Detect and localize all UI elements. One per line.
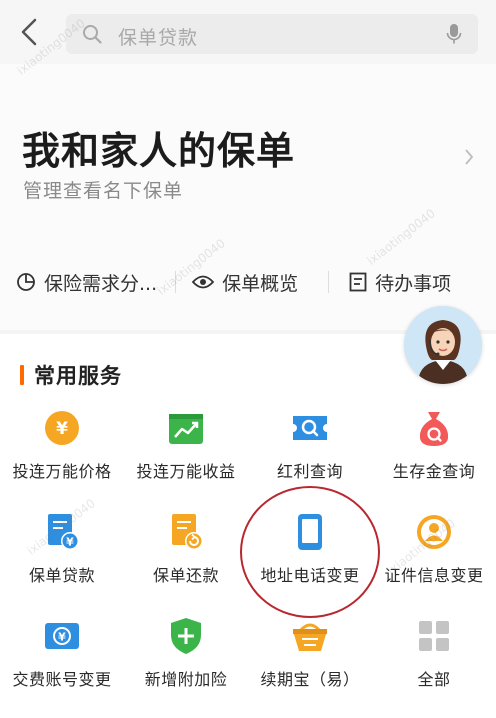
quick-link-policy-overview[interactable]: 保单概览: [192, 260, 298, 304]
eye-icon: [192, 274, 215, 290]
policy-return-icon: [166, 512, 206, 552]
service-item-renewal-treasure[interactable]: 续期宝（易）: [248, 612, 372, 716]
divider: [175, 271, 177, 293]
service-label: 投连万能价格: [12, 462, 112, 481]
assistant-avatar[interactable]: [404, 306, 482, 384]
chevron-right-icon: [465, 149, 474, 165]
service-label: 新增附加险: [144, 670, 228, 689]
page-title: 我和家人的保单: [22, 129, 296, 173]
service-label: 红利查询: [276, 462, 343, 481]
service-item-all[interactable]: 全部: [372, 612, 496, 716]
quick-link-label: 保单概览: [222, 272, 299, 295]
policy-yuan-icon: ¥: [42, 512, 82, 552]
list-icon: [349, 272, 367, 292]
search-input[interactable]: 保单贷款: [66, 14, 478, 54]
account-exchange-icon: ¥: [42, 616, 82, 656]
quick-link-label: 待办事项: [375, 272, 452, 295]
divider: [328, 271, 330, 293]
top-bar: 保单贷款: [0, 0, 496, 64]
assistant-avatar-icon: [404, 306, 482, 384]
basket-icon: [290, 616, 330, 656]
quick-link-todo[interactable]: 待办事项: [349, 260, 451, 304]
svg-text:¥: ¥: [66, 536, 74, 549]
money-bag-icon: [414, 408, 454, 448]
section-accent-bar: [20, 365, 24, 385]
quick-link-insurance-analysis[interactable]: 保险需求分...: [16, 260, 157, 304]
annotation-circle: [240, 486, 380, 618]
microphone-icon[interactable]: [446, 23, 462, 45]
service-label: 全部: [417, 670, 451, 689]
service-item-survival-benefit[interactable]: 生存金查询: [372, 404, 496, 508]
search-icon: [83, 25, 102, 44]
service-label: 保单还款: [152, 566, 219, 585]
service-label: 交费账号变更: [12, 670, 112, 689]
svg-text:¥: ¥: [58, 631, 66, 644]
svg-text:¥: ¥: [56, 419, 68, 439]
service-item-add-rider[interactable]: 新增附加险: [124, 612, 248, 716]
trend-chart-icon: [166, 408, 206, 448]
service-label: 续期宝（易）: [260, 670, 360, 689]
service-label: 投连万能收益: [136, 462, 236, 481]
policy-header-card[interactable]: 我和家人的保单 管理查看名下保单 保险需求分... 保单概览 待办事项: [0, 64, 496, 330]
yuan-coin-icon: ¥: [42, 408, 82, 448]
section-title: 常用服务: [34, 364, 122, 388]
service-item-policy-repayment[interactable]: 保单还款: [124, 508, 248, 612]
pie-chart-icon: [16, 272, 36, 292]
ticket-search-icon: [290, 408, 330, 448]
quick-links: 保险需求分... 保单概览 待办事项: [0, 260, 496, 304]
page-subtitle: 管理查看名下保单: [23, 180, 184, 202]
service-label: 保单贷款: [28, 566, 95, 585]
grid-icon: [414, 616, 454, 656]
service-item-ul-income[interactable]: 投连万能收益: [124, 404, 248, 508]
chevron-left-icon: [21, 18, 37, 46]
section-header: 常用服务: [20, 360, 122, 390]
service-item-ul-price[interactable]: ¥ 投连万能价格: [0, 404, 124, 508]
back-button[interactable]: [14, 16, 44, 48]
service-item-payment-account-change[interactable]: ¥ 交费账号变更: [0, 612, 124, 716]
shield-plus-icon: [166, 616, 206, 656]
service-label: 生存金查询: [392, 462, 476, 481]
service-item-id-info-change[interactable]: 证件信息变更: [372, 508, 496, 612]
quick-link-label: 保险需求分...: [44, 272, 158, 295]
search-placeholder: 保单贷款: [118, 27, 199, 49]
user-id-icon: [414, 512, 454, 552]
service-item-policy-loan[interactable]: ¥ 保单贷款: [0, 508, 124, 612]
service-label: 证件信息变更: [384, 566, 484, 585]
